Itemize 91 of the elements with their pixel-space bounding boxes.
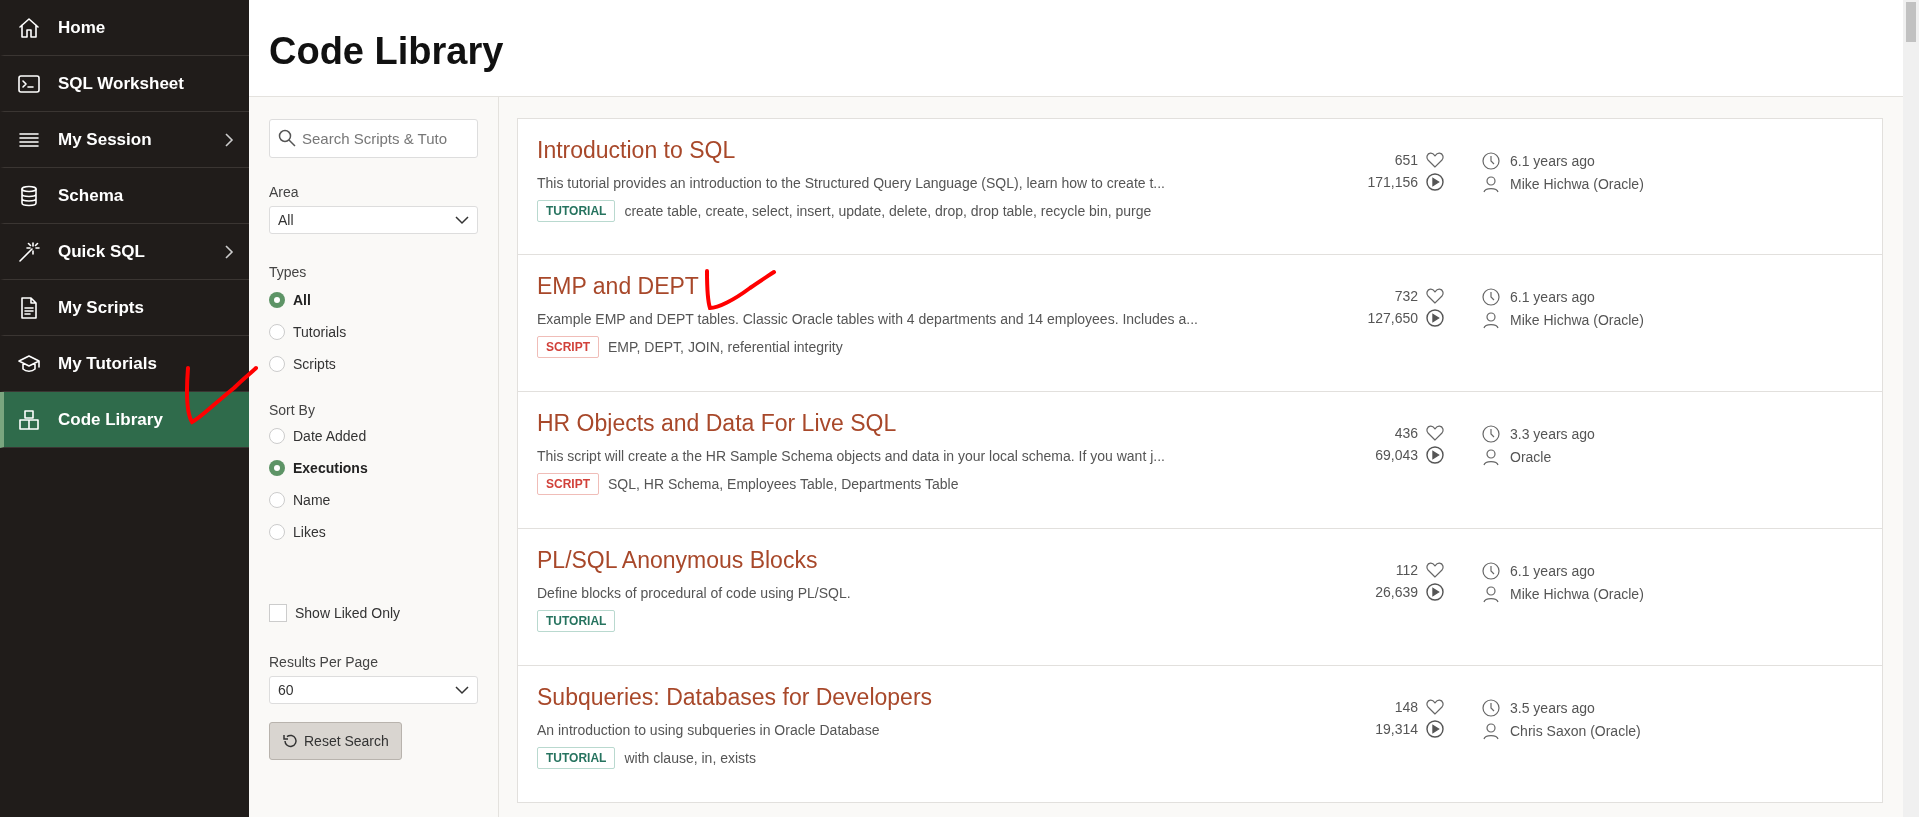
- author-name: Mike Hichwa (Oracle): [1510, 312, 1645, 328]
- search-field[interactable]: Search Scripts & Tuto: [269, 119, 478, 158]
- user-icon: [1482, 722, 1500, 740]
- magic-wand-icon: [17, 239, 41, 264]
- user-icon: [1482, 311, 1500, 329]
- radio-label: Name: [293, 492, 331, 508]
- type-badge: TUTORIAL: [537, 610, 616, 632]
- radio-button[interactable]: [269, 460, 285, 476]
- age-text: 3.5 years ago: [1510, 700, 1596, 716]
- radio-button[interactable]: [269, 324, 285, 340]
- home-icon: [17, 15, 41, 40]
- like-count: 112: [1395, 562, 1418, 578]
- card-title[interactable]: HR Objects and Data For Live SQL: [537, 410, 1334, 437]
- radio-label: Executions: [293, 460, 368, 476]
- clock-icon: [1482, 288, 1500, 306]
- type-badge: SCRIPT: [537, 336, 599, 358]
- tag-list: with clause, in, exists: [624, 750, 756, 766]
- radio-button[interactable]: [269, 492, 285, 508]
- play-icon[interactable]: [1426, 446, 1444, 464]
- blocks-icon: [17, 407, 41, 432]
- card-description: This script will create a the HR Sample Schema objects and data in your local schema. If you want j...: [537, 448, 1166, 464]
- card-description: Example EMP and DEPT tables. Classic Oracle tables with 4 departments and 14 employees. Includes a...: [537, 311, 1199, 327]
- user-icon: [1482, 448, 1500, 466]
- undo-icon: [282, 733, 298, 749]
- like-count: 732: [1394, 288, 1418, 304]
- heart-icon[interactable]: [1426, 425, 1444, 441]
- execution-count: 171,156: [1367, 174, 1418, 190]
- user-icon: [1482, 175, 1500, 193]
- heart-icon[interactable]: [1426, 288, 1444, 304]
- play-icon[interactable]: [1426, 173, 1444, 191]
- execution-count: 127,650: [1367, 310, 1418, 326]
- radio-button[interactable]: [269, 356, 285, 372]
- heart-icon[interactable]: [1426, 152, 1444, 168]
- radio-label: Likes: [293, 524, 326, 540]
- clock-icon: [1482, 152, 1500, 170]
- reset-search-button[interactable]: Reset Search: [269, 722, 402, 760]
- play-icon[interactable]: [1426, 309, 1444, 327]
- play-icon[interactable]: [1426, 720, 1444, 738]
- age-text: 6.1 years ago: [1510, 289, 1596, 305]
- clock-icon: [1482, 425, 1500, 443]
- author-name: Mike Hichwa (Oracle): [1510, 176, 1645, 192]
- tag-list: create table, create, select, insert, update, delete, drop, drop table, recycle bin, purge: [624, 203, 1152, 219]
- radio-label: Date Added: [293, 428, 367, 444]
- tag-list: SQL, HR Schema, Employees Table, Departments Table: [608, 476, 959, 492]
- card-description: Define blocks of procedural of code using PL/SQL.: [537, 585, 852, 601]
- like-count: 651: [1394, 152, 1418, 168]
- like-count: 148: [1394, 699, 1418, 715]
- radio-label: Tutorials: [293, 324, 347, 340]
- area-select[interactable]: All: [269, 206, 478, 234]
- age-text: 3.3 years ago: [1510, 426, 1596, 442]
- scrollbar[interactable]: [1903, 0, 1919, 817]
- area-label: Area: [269, 184, 300, 200]
- radio-label: All: [293, 292, 311, 308]
- type-badge: TUTORIAL: [537, 747, 616, 769]
- execution-count: 26,639: [1375, 584, 1418, 600]
- heart-icon[interactable]: [1426, 699, 1444, 715]
- execution-count: 19,314: [1375, 721, 1418, 737]
- radio-button[interactable]: [269, 524, 285, 540]
- type-badge: TUTORIAL: [537, 200, 616, 222]
- card-description: This tutorial provides an introduction to the Structured Query Language (SQL), learn how to create t...: [537, 175, 1166, 191]
- age-text: 6.1 years ago: [1510, 563, 1596, 579]
- card-title[interactable]: Introduction to SQL: [537, 137, 1334, 164]
- author-name: Oracle: [1510, 449, 1553, 465]
- sidebar-item[interactable]: Code Library: [0, 392, 249, 448]
- execution-count: 69,043: [1375, 447, 1418, 463]
- radio-label: Scripts: [293, 356, 336, 372]
- user-icon: [1482, 585, 1500, 603]
- author-name: Chris Saxon (Oracle): [1510, 723, 1642, 739]
- types-label: Types: [269, 264, 308, 280]
- checkbox-label: Show Liked Only: [295, 605, 401, 621]
- card-title[interactable]: PL/SQL Anonymous Blocks: [537, 547, 1334, 574]
- card-description: An introduction to using subqueries in Oracle Database: [537, 722, 881, 738]
- sort-by-label: Sort By: [269, 402, 316, 418]
- chevron-down-icon: [455, 685, 469, 695]
- radio-button[interactable]: [269, 428, 285, 444]
- like-count: 436: [1394, 425, 1418, 441]
- play-icon[interactable]: [1426, 583, 1444, 601]
- clock-icon: [1482, 699, 1500, 717]
- radio-button[interactable]: [269, 292, 285, 308]
- heart-icon[interactable]: [1426, 562, 1444, 578]
- type-badge: SCRIPT: [537, 473, 599, 495]
- card-title[interactable]: Subqueries: Databases for Developers: [537, 684, 1334, 711]
- card-title[interactable]: EMP and DEPT: [537, 273, 1334, 300]
- tag-list: EMP, DEPT, JOIN, referential integrity: [608, 339, 843, 355]
- clock-icon: [1482, 562, 1500, 580]
- checkbox[interactable]: [269, 604, 287, 622]
- chevron-down-icon: [455, 215, 469, 225]
- results-per-page-label: Results Per Page: [269, 654, 379, 670]
- author-name: Mike Hichwa (Oracle): [1510, 586, 1645, 602]
- results-per-page-select[interactable]: 60: [269, 676, 478, 704]
- age-text: 6.1 years ago: [1510, 153, 1596, 169]
